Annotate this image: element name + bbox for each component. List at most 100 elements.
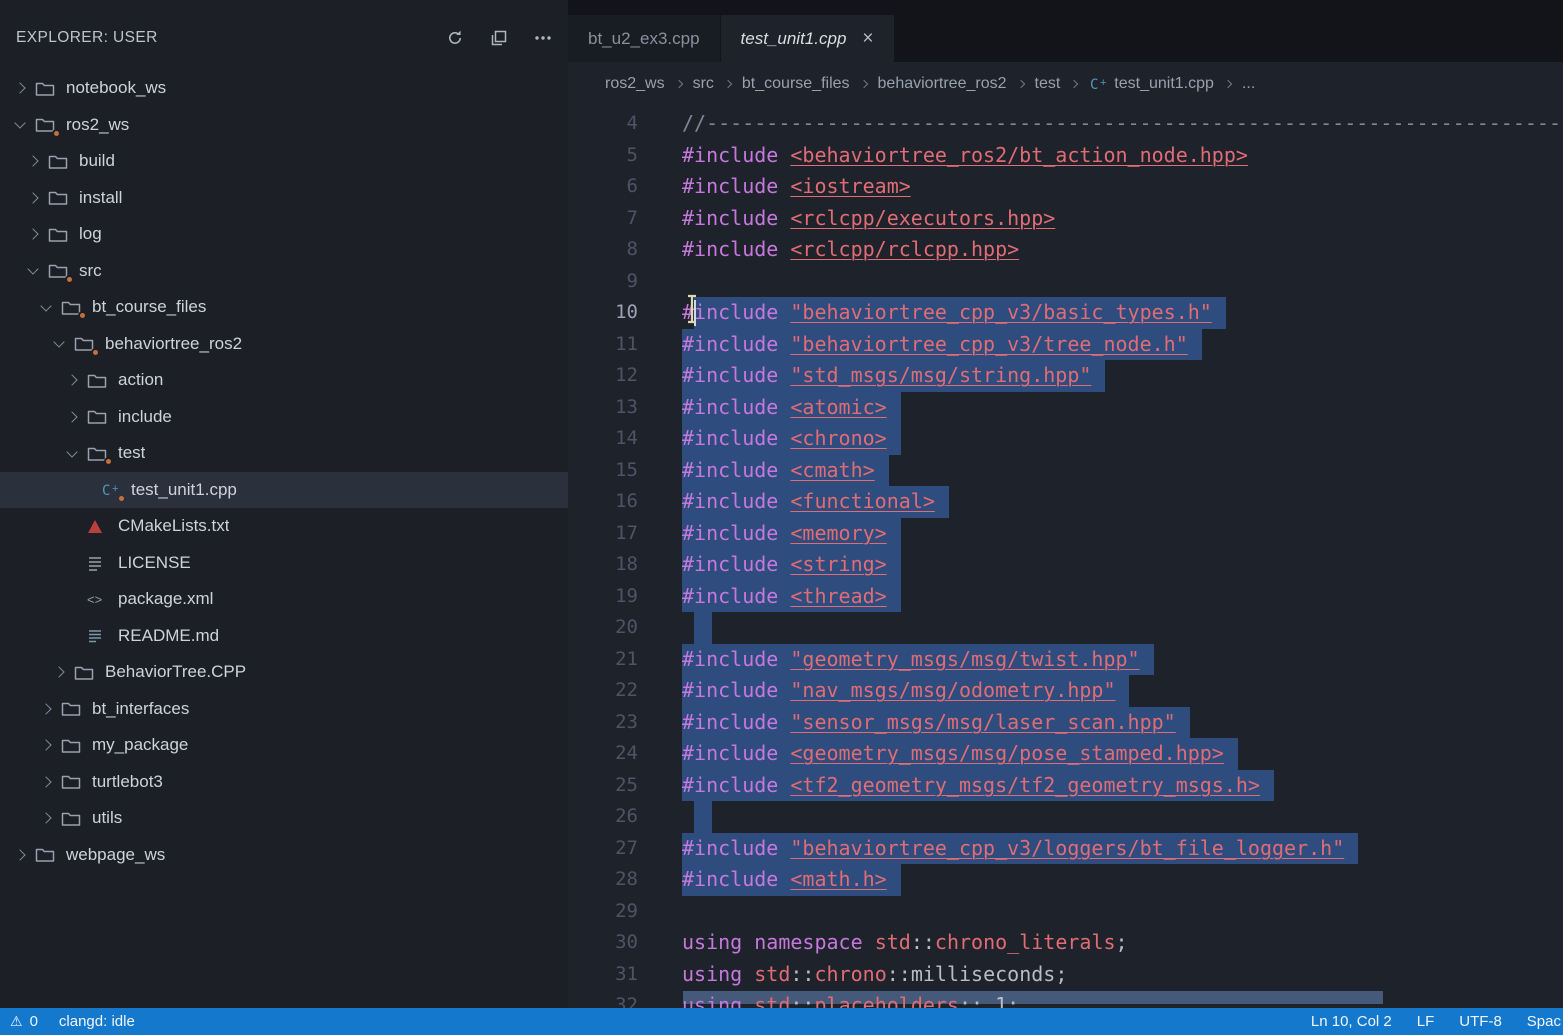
code-line-6[interactable]: 6#include <iostream>: [568, 171, 1563, 203]
folder-icon: [61, 699, 84, 719]
close-icon[interactable]: ×: [862, 29, 873, 48]
tree-item-install[interactable]: install: [0, 180, 568, 217]
clangd-status[interactable]: clangd: idle: [59, 1013, 135, 1030]
warning-count[interactable]: 0: [30, 1013, 38, 1030]
tree-item-package.xml[interactable]: <>package.xml: [0, 581, 568, 618]
tree-item-action[interactable]: action: [0, 362, 568, 399]
tree-item-label: notebook_ws: [66, 78, 166, 98]
code-token: "nav_msgs/msg/odometry.hpp": [790, 678, 1115, 702]
tree-item-utils[interactable]: utils: [0, 800, 568, 837]
tree-item-behaviortree_ros2[interactable]: behaviortree_ros2: [0, 326, 568, 363]
folder-icon: [61, 735, 84, 755]
code-line-22[interactable]: 22#include "nav_msgs/msg/odometry.hpp": [568, 675, 1563, 707]
code-token: ::: [790, 993, 814, 1008]
tree-item-label: webpage_ws: [66, 845, 165, 865]
tree-item-LICENSE[interactable]: LICENSE: [0, 545, 568, 582]
modified-dot: [91, 348, 100, 357]
code-line-30[interactable]: 30using namespace std::chrono_literals;: [568, 927, 1563, 959]
code-token: #include: [682, 395, 790, 419]
tree-item-test[interactable]: test: [0, 435, 568, 472]
tree-item-ros2_ws[interactable]: ros2_ws: [0, 107, 568, 144]
code-line-16[interactable]: 16#include <functional>: [568, 486, 1563, 518]
code-line-14[interactable]: 14#include <chrono>: [568, 423, 1563, 455]
code-token: std: [754, 962, 790, 986]
status-bar: ⚠ 0 clangd: idle Ln 10, Col 2 LF UTF-8 S…: [0, 1008, 1563, 1035]
breadcrumb-item-test[interactable]: test: [1035, 75, 1061, 93]
code-line-26[interactable]: 26: [568, 801, 1563, 833]
line-content: #include <behaviortree_ros2/bt_action_no…: [682, 140, 1563, 172]
code-line-9[interactable]: 9: [568, 266, 1563, 298]
line-number: 24: [568, 738, 638, 770]
tree-item-label: BehaviorTree.CPP: [105, 662, 246, 682]
code-token: #include: [682, 836, 790, 860]
indentation-indicator[interactable]: Spac: [1527, 1013, 1561, 1030]
editor-group: bt_u2_ex3.cpptest_unit1.cpp× ros2_ws src b…: [568, 0, 1563, 1008]
tree-item-my_package[interactable]: my_package: [0, 727, 568, 764]
code-line-19[interactable]: 19#include <thread>: [568, 581, 1563, 613]
code-line-27[interactable]: 27#include "behaviortree_cpp_v3/loggers/…: [568, 833, 1563, 865]
code-line-29[interactable]: 29: [568, 896, 1563, 928]
tree-item-notebook_ws[interactable]: notebook_ws: [0, 70, 568, 107]
code-token: <rclcpp/executors.hpp>: [790, 206, 1055, 230]
refresh-icon[interactable]: [446, 29, 464, 47]
breadcrumb-item-...[interactable]: ...: [1242, 75, 1255, 93]
tree-item-turtlebot3[interactable]: turtlebot3: [0, 764, 568, 801]
code-line-21[interactable]: 21#include "geometry_msgs/msg/twist.hpp": [568, 644, 1563, 676]
code-line-25[interactable]: 25#include <tf2_geometry_msgs/tf2_geomet…: [568, 770, 1563, 802]
code-line-31[interactable]: 31using std::chrono::milliseconds;: [568, 959, 1563, 991]
code-line-8[interactable]: 8#include <rclcpp/rclcpp.hpp>: [568, 234, 1563, 266]
warning-icon[interactable]: ⚠: [10, 1013, 23, 1030]
code-line-18[interactable]: 18#include <string>: [568, 549, 1563, 581]
tree-item-webpage_ws[interactable]: webpage_ws: [0, 837, 568, 874]
folder-icon: [61, 772, 84, 792]
code-token: #include: [682, 174, 790, 198]
tree-item-BehaviorTree.CPP[interactable]: BehaviorTree.CPP: [0, 654, 568, 691]
code-token: [863, 930, 875, 954]
code-line-4[interactable]: 4//-------------------------------------…: [568, 108, 1563, 140]
tree-item-src[interactable]: src: [0, 253, 568, 290]
code-line-7[interactable]: 7#include <rclcpp/executors.hpp>: [568, 203, 1563, 235]
tab-bt_u2_ex3.cpp[interactable]: bt_u2_ex3.cpp: [568, 15, 720, 62]
code-line-11[interactable]: 11#include "behaviortree_cpp_v3/tree_nod…: [568, 329, 1563, 361]
tree-item-log[interactable]: log: [0, 216, 568, 253]
folder-icon: [48, 188, 71, 208]
code-area[interactable]: 4//-------------------------------------…: [568, 106, 1563, 1008]
code-line-23[interactable]: 23#include "sensor_msgs/msg/laser_scan.h…: [568, 707, 1563, 739]
folder-icon: [35, 78, 58, 98]
tree-item-README.md[interactable]: README.md: [0, 618, 568, 655]
open-editors-icon[interactable]: [490, 29, 508, 47]
tree-item-bt_course_files[interactable]: bt_course_files: [0, 289, 568, 326]
tree-item-include[interactable]: include: [0, 399, 568, 436]
code-line-5[interactable]: 5#include <behaviortree_ros2/bt_action_n…: [568, 140, 1563, 172]
line-number: 10: [568, 297, 638, 329]
tree-item-label: test_unit1.cpp: [131, 480, 237, 500]
breadcrumb-item-src[interactable]: src: [693, 75, 714, 93]
breadcrumb-item-behaviortree_ros2[interactable]: behaviortree_ros2: [878, 75, 1007, 93]
more-actions-icon[interactable]: [534, 29, 552, 47]
code-line-28[interactable]: 28#include <math.h>: [568, 864, 1563, 896]
code-line-24[interactable]: 24#include <geometry_msgs/msg/pose_stamp…: [568, 738, 1563, 770]
breadcrumb-item-test_unit1.cpp[interactable]: C+test_unit1.cpp: [1088, 75, 1214, 93]
tree-item-build[interactable]: build: [0, 143, 568, 180]
tree-item-test_unit1.cpp[interactable]: C+test_unit1.cpp: [0, 472, 568, 509]
folder-icon: [74, 662, 97, 682]
line-content: #include "std_msgs/msg/string.hpp": [682, 360, 1563, 392]
tree-item-CMakeLists.txt[interactable]: CMakeLists.txt: [0, 508, 568, 545]
cursor-position[interactable]: Ln 10, Col 2: [1311, 1013, 1392, 1030]
tree-item-bt_interfaces[interactable]: bt_interfaces: [0, 691, 568, 728]
tab-test_unit1.cpp[interactable]: test_unit1.cpp×: [721, 15, 894, 62]
line-content: #include <atomic>: [682, 392, 1563, 424]
code-token: [742, 962, 754, 986]
code-line-32[interactable]: 32using std::placeholders::_1;: [568, 990, 1563, 1008]
code-line-20[interactable]: 20: [568, 612, 1563, 644]
encoding-indicator[interactable]: UTF-8: [1459, 1013, 1502, 1030]
breadcrumb-item-bt_course_files[interactable]: bt_course_files: [742, 75, 850, 93]
code-line-17[interactable]: 17#include <memory>: [568, 518, 1563, 550]
code-line-10[interactable]: 10#include "behaviortree_cpp_v3/basic_ty…: [568, 297, 1563, 329]
code-line-15[interactable]: 15#include <cmath>: [568, 455, 1563, 487]
tree-item-label: behaviortree_ros2: [105, 334, 242, 354]
code-line-12[interactable]: 12#include "std_msgs/msg/string.hpp": [568, 360, 1563, 392]
breadcrumb-item-ros2_ws[interactable]: ros2_ws: [605, 75, 665, 93]
code-line-13[interactable]: 13#include <atomic>: [568, 392, 1563, 424]
eol-indicator[interactable]: LF: [1417, 1013, 1435, 1030]
